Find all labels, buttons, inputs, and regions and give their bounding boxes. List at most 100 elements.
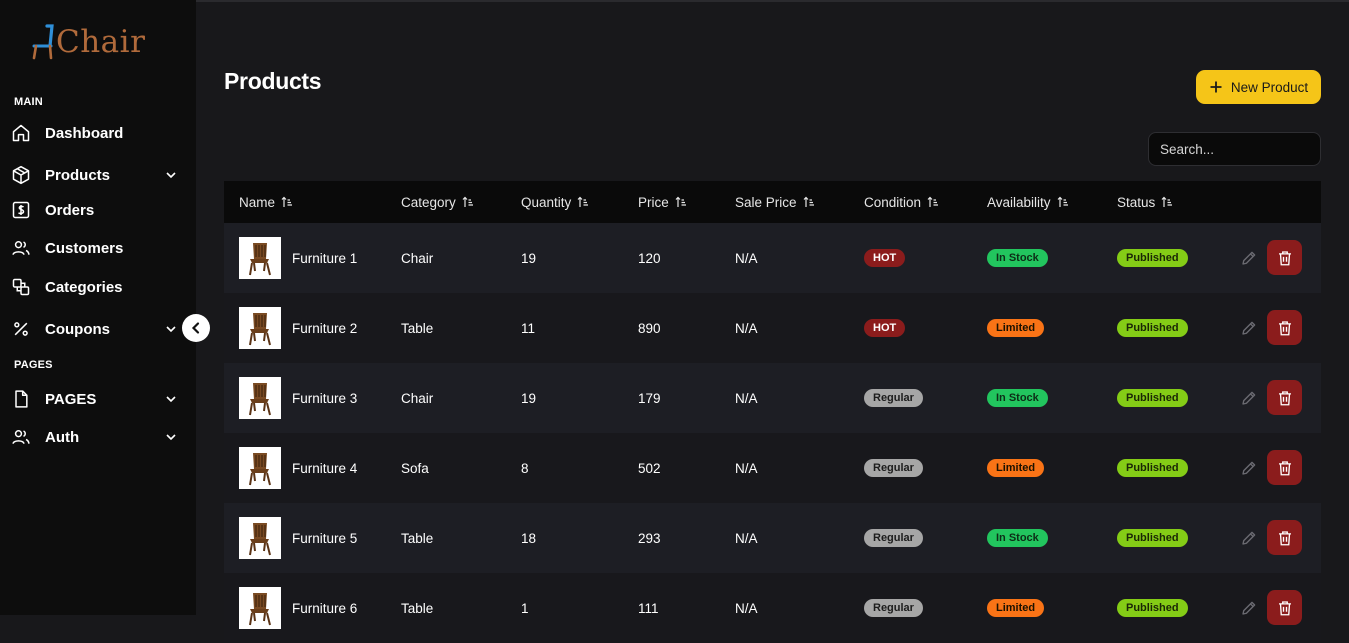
product-price: 502 [638,460,661,476]
product-thumbnail[interactable] [239,237,281,279]
chevron-down-icon [166,172,176,179]
table-row: Furniture 1 Chair 19 120 N/A HOT In Stock Publi… [224,223,1321,293]
table-body: Furniture 1 Chair 19 120 N/A HOT In Stock Publi… [224,223,1321,643]
table-row: Furniture 6 Table 1 111 N/A Regular Limited Pub… [224,573,1321,643]
percent-icon [14,322,28,336]
column-header-label: Price [638,194,669,210]
page-title: Products [224,68,322,94]
product-thumbnail[interactable] [239,307,281,349]
chevron-down-icon [166,396,176,403]
chair-thumbnail-icon [249,313,271,346]
sidebar-item-orders[interactable]: Orders [0,195,196,225]
availability-badge: In Stock [987,389,1048,407]
product-thumbnail[interactable] [239,377,281,419]
chair-thumbnail-icon [249,453,271,486]
header-divider [196,0,1349,2]
product-name: Furniture 6 [292,600,358,616]
sidebar-item-auth[interactable]: Auth [0,422,196,452]
sort-icon [803,196,814,207]
condition-badge: HOT [864,319,906,337]
product-category: Table [401,600,434,616]
sort-icon [281,196,293,207]
sidebar-item-categories[interactable]: Categories [0,272,196,302]
column-header-label: Sale Price [735,194,797,210]
sort-icon [675,196,686,207]
edit-icon[interactable] [1240,319,1258,337]
delete-button[interactable] [1267,450,1302,485]
chair-thumbnail-icon [249,243,271,276]
column-header[interactable]: Status [1117,181,1173,223]
section-label-main: MAIN [14,96,43,108]
condition-badge: Regular [864,599,923,617]
product-price: 120 [638,250,661,266]
product-sale-price: N/A [735,600,758,616]
product-name: Furniture 4 [292,460,358,476]
chevron-left-icon [191,322,200,334]
table-row: Furniture 3 Chair 19 179 N/A Regular In Stock P… [224,363,1321,433]
sidebar-item-coupons[interactable]: Coupons [0,314,196,344]
delete-button[interactable] [1267,380,1302,415]
new-product-button[interactable]: New Product [1196,70,1321,104]
sidebar-item-pages[interactable]: PAGES [0,384,196,414]
search-input[interactable] [1148,132,1321,166]
sidebar-item-products[interactable]: Products [0,160,196,190]
chevron-down-icon [166,326,176,333]
column-header[interactable]: Price [638,181,687,223]
edit-icon[interactable] [1240,389,1258,407]
edit-icon[interactable] [1240,599,1258,617]
edit-icon[interactable] [1240,249,1258,267]
table-row: Furniture 4 Sofa 8 502 N/A Regular Limited Publ… [224,433,1321,503]
column-header-label: Quantity [521,194,572,210]
column-header[interactable]: Condition [864,181,939,223]
column-header-label: Condition [864,194,922,210]
delete-button[interactable] [1267,520,1302,555]
column-header[interactable]: Quantity [521,181,589,223]
product-category: Table [401,320,434,336]
sidebar-item-label: Auth [45,428,80,446]
logo[interactable]: Chair [30,24,145,60]
product-name: Furniture 2 [292,320,358,336]
product-quantity: 8 [521,460,529,476]
product-thumbnail[interactable] [239,587,281,629]
chevron-down-icon [166,434,176,441]
sidebar-item-label: Orders [45,201,95,219]
product-category: Chair [401,390,434,406]
product-sale-price: N/A [735,460,758,476]
availability-badge: Limited [987,459,1045,477]
product-thumbnail[interactable] [239,447,281,489]
condition-badge: HOT [864,249,906,267]
column-header[interactable]: Category [401,181,474,223]
condition-badge: Regular [864,459,923,477]
column-header-label: Availability [987,194,1051,210]
status-badge: Published [1117,529,1188,547]
column-header-label: Status [1117,194,1156,210]
users-icon [12,241,30,255]
delete-button[interactable] [1267,310,1302,345]
product-sale-price: N/A [735,530,758,546]
collapse-sidebar-button[interactable] [182,314,210,342]
table-header: Name Category Quantity Price Sale Price Condi… [224,181,1321,223]
trash-icon [1278,250,1291,265]
product-thumbnail[interactable] [239,517,281,559]
availability-badge: Limited [987,599,1045,617]
delete-button[interactable] [1267,590,1302,625]
chair-thumbnail-icon [249,593,271,626]
column-header[interactable]: Availability [987,181,1069,223]
edit-icon[interactable] [1240,459,1258,477]
availability-badge: In Stock [987,249,1048,267]
product-category: Chair [401,250,434,266]
column-header[interactable]: Sale Price [735,181,815,223]
sidebar-item-customers[interactable]: Customers [0,233,196,263]
column-header[interactable]: Name [239,181,293,223]
product-price: 293 [638,530,661,546]
table-row: Furniture 2 Table 11 890 N/A HOT Limited Publis… [224,293,1321,363]
sidebar-item-label: PAGES [45,390,97,408]
product-quantity: 18 [521,530,537,546]
condition-badge: Regular [864,529,923,547]
edit-icon[interactable] [1240,529,1258,547]
product-name: Furniture 1 [292,250,358,266]
status-badge: Published [1117,319,1188,337]
delete-button[interactable] [1267,240,1302,275]
sidebar-item-dashboard[interactable]: Dashboard [0,118,196,148]
sidebar-item-label: Categories [45,278,123,296]
